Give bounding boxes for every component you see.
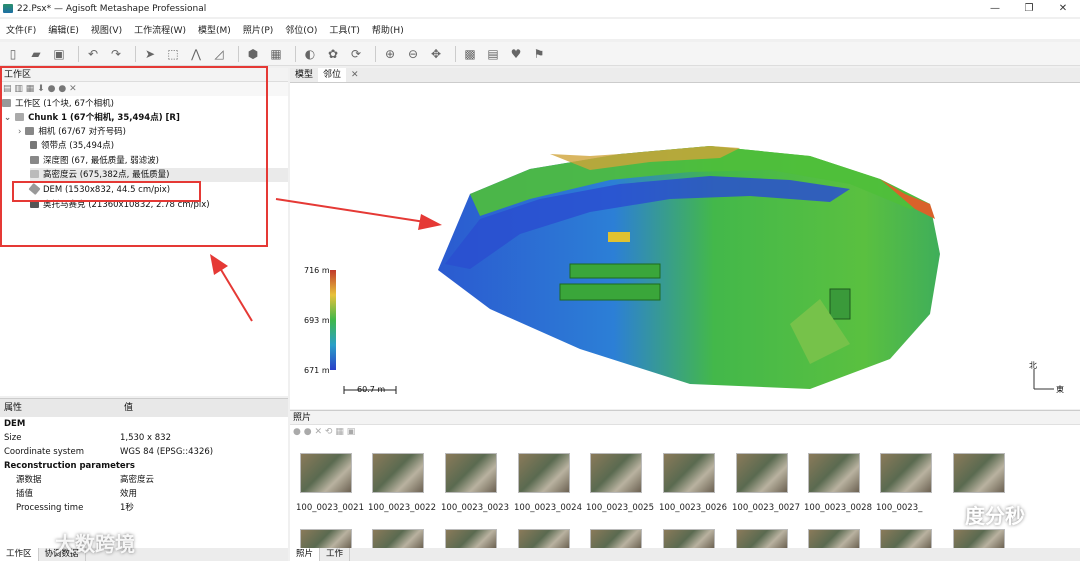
- rotate-icon[interactable]: ⟲: [325, 427, 333, 437]
- watermark-right: 度分秒: [965, 504, 1025, 528]
- arrow-line-right: [275, 198, 426, 223]
- photo-label: 100_0023_: [876, 503, 923, 513]
- photo-thumbnail[interactable]: [518, 453, 570, 493]
- photo-thumbnail[interactable]: [808, 529, 860, 549]
- tab-jobs[interactable]: 工作: [320, 548, 351, 561]
- photo-thumbnail[interactable]: [663, 529, 715, 549]
- photos-title: 照片: [293, 413, 312, 423]
- photo-thumbnail[interactable]: [590, 529, 642, 549]
- photo-thumbnail[interactable]: [736, 529, 788, 549]
- arrowhead-right: [418, 214, 442, 230]
- photo-thumbnail[interactable]: [372, 453, 424, 493]
- disable-icon[interactable]: ●: [304, 427, 312, 437]
- photo-thumbnail[interactable]: [372, 529, 424, 549]
- photo-thumbnail[interactable]: [663, 453, 715, 493]
- photo-label: 100_0023_0027: [732, 503, 800, 513]
- view-icon[interactable]: ▣: [347, 427, 356, 437]
- photo-label: 100_0023_0024: [514, 503, 582, 513]
- photo-thumbnail[interactable]: [518, 529, 570, 549]
- photo-thumbnail[interactable]: [736, 453, 788, 493]
- arrowhead-up: [210, 254, 228, 275]
- photo-thumbnail[interactable]: [300, 529, 352, 549]
- photo-thumbnail[interactable]: [445, 529, 497, 549]
- photo-label: 100_0023_0021: [296, 503, 364, 513]
- arrow-line-up: [219, 267, 253, 322]
- photo-thumbnail[interactable]: [445, 453, 497, 493]
- photo-thumbnail[interactable]: [953, 529, 1005, 549]
- right-bottom-tabs: 照片 工作: [290, 548, 1080, 561]
- watermark-left: 大数跨境: [55, 532, 135, 556]
- remove-icon[interactable]: ✕: [314, 427, 322, 437]
- photos-toolbar: ● ● ✕ ⟲ ▦ ▣: [290, 425, 1080, 439]
- photo-thumbnail[interactable]: [880, 529, 932, 549]
- enable-icon[interactable]: ●: [293, 427, 301, 437]
- photo-thumbnail[interactable]: [590, 453, 642, 493]
- photo-label: 100_0023_0022: [368, 503, 436, 513]
- tab-photos[interactable]: 照片: [290, 548, 321, 561]
- photo-thumbnail[interactable]: [300, 453, 352, 493]
- photo-label: 100_0023_0026: [659, 503, 727, 513]
- photo-thumbnail[interactable]: [808, 453, 860, 493]
- photo-label: 100_0023_0025: [586, 503, 654, 513]
- photo-thumbnail[interactable]: [953, 453, 1005, 493]
- photo-thumbnail[interactable]: [880, 453, 932, 493]
- photo-label: 100_0023_0023: [441, 503, 509, 513]
- grid-icon[interactable]: ▦: [335, 427, 344, 437]
- photo-label: 100_0023_0028: [804, 503, 872, 513]
